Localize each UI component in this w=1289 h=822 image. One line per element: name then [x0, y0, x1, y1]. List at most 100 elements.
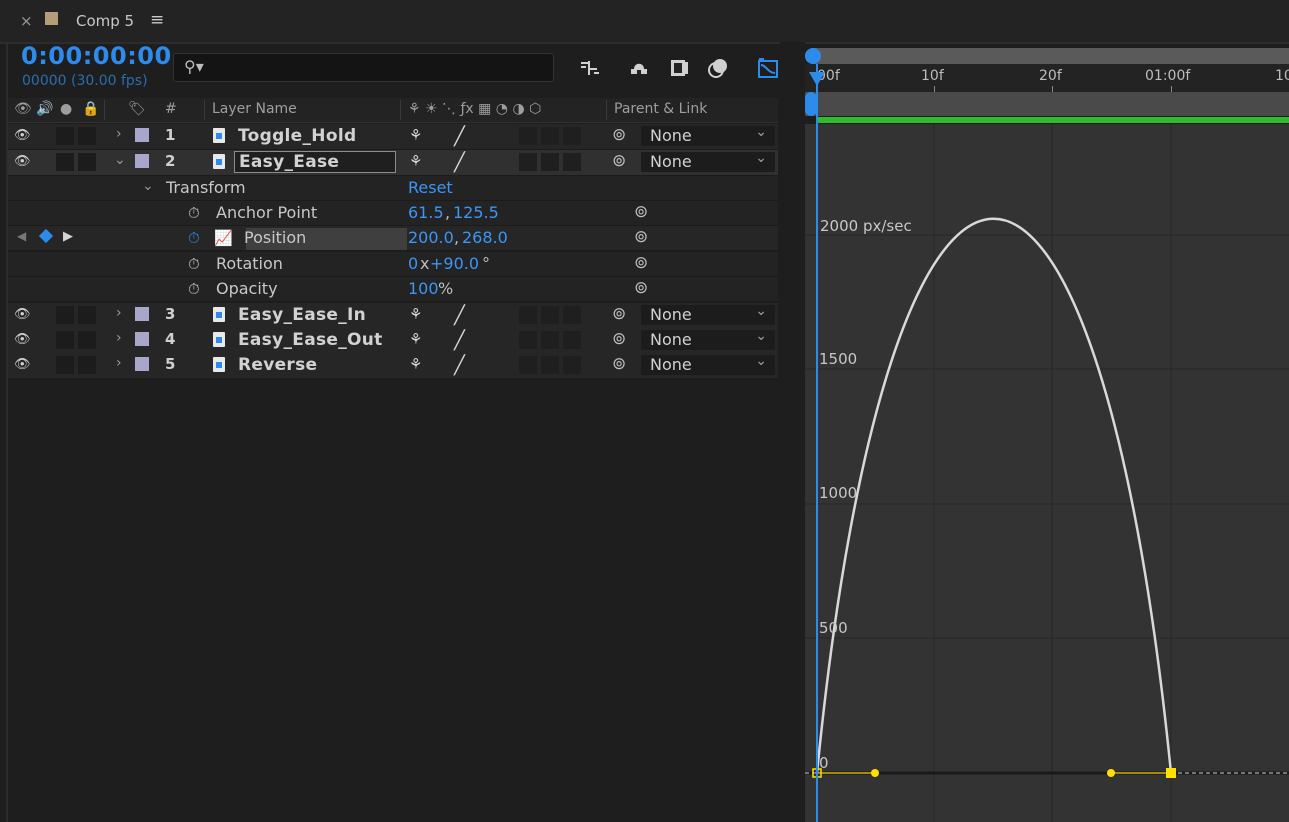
lock-toggle-cell[interactable] [78, 331, 96, 349]
pick-whip-icon[interactable]: ⊚ [634, 278, 648, 298]
current-time-display[interactable]: 0:00:00:00 [21, 42, 172, 70]
stopwatch-active-icon[interactable]: ⏱ [188, 229, 200, 247]
audio-toggle-header-icon[interactable]: 🔊 [36, 101, 53, 117]
time-navigator-bar[interactable] [805, 48, 1289, 64]
layer-row[interactable]: 👁 › 1 Toggle_Hold ⚘ ╱ ⊚ None ⌄ [8, 124, 778, 150]
eye-icon[interactable]: 👁 [14, 357, 31, 373]
expand-chevron-icon[interactable]: › [116, 305, 122, 321]
switch-cell[interactable] [563, 306, 581, 324]
panel-menu-icon[interactable]: ≡ [150, 10, 164, 30]
shy-switch-icon[interactable]: ⚘ [409, 330, 422, 348]
switch-cell[interactable] [519, 331, 537, 349]
next-keyframe-icon[interactable]: ▶ [63, 229, 73, 244]
shy-layers-icon[interactable] [627, 56, 651, 80]
parent-dropdown[interactable]: None ⌄ [641, 353, 775, 375]
layer-search-box[interactable]: ⚲▾ [173, 53, 554, 82]
previous-keyframe-icon[interactable]: ◀ [17, 229, 26, 243]
switch-cell[interactable] [563, 331, 581, 349]
quality-switch-icon[interactable]: ╱ [454, 126, 465, 147]
eye-icon[interactable]: 👁 [14, 307, 31, 323]
keyframe-end-marker[interactable] [1166, 768, 1176, 778]
pick-whip-icon[interactable]: ⊚ [634, 253, 648, 273]
layer-name[interactable]: Easy_Ease_In [238, 305, 366, 325]
shy-switch-icon[interactable]: ⚘ [409, 152, 422, 170]
layer-name-column-header[interactable]: Layer Name [212, 101, 297, 117]
collapse-chevron-icon[interactable]: ⌄ [142, 178, 154, 194]
parent-dropdown[interactable]: None ⌄ [641, 124, 775, 146]
switch-cell[interactable] [519, 153, 537, 171]
pick-whip-icon[interactable]: ⊚ [612, 329, 626, 349]
stopwatch-icon[interactable]: ⏱ [188, 280, 200, 298]
layer-name[interactable]: Easy_Ease_Out [238, 330, 383, 350]
close-tab-icon[interactable]: × [20, 12, 33, 30]
position-x-value[interactable]: 200.0 [408, 228, 454, 247]
time-ruler[interactable]: 00f 10f 20f 01:00f 10 [805, 64, 1289, 92]
label-header-icon[interactable]: 🏷 [128, 101, 146, 117]
property-row-opacity[interactable]: ⏱ Opacity 100 % ⊚ [8, 277, 778, 302]
layer-name[interactable]: Toggle_Hold [238, 126, 356, 146]
layer-name[interactable]: Reverse [238, 355, 317, 375]
audio-toggle-cell[interactable] [56, 356, 74, 374]
switch-cell[interactable] [541, 127, 559, 145]
composition-flowchart-icon[interactable] [578, 56, 602, 80]
expand-chevron-icon[interactable]: › [116, 355, 122, 371]
expand-chevron-icon[interactable]: › [116, 330, 122, 346]
comp-tab-title[interactable]: Comp 5 [76, 12, 134, 30]
switch-cell[interactable] [541, 306, 559, 324]
audio-toggle-cell[interactable] [56, 127, 74, 145]
shy-switch-icon[interactable]: ⚘ [409, 126, 422, 144]
transform-group-row[interactable]: ⌄ Transform Reset [8, 176, 778, 201]
layer-row[interactable]: 👁 › 5 Reverse ⚘ ╱ ⊚ None ⌄ [8, 353, 778, 379]
rotation-degrees-value[interactable]: +90.0 [430, 254, 479, 273]
transform-reset-link[interactable]: Reset [408, 178, 453, 197]
pick-whip-icon[interactable]: ⊚ [612, 125, 626, 145]
layer-row[interactable]: 👁 › 4 Easy_Ease_Out ⚘ ╱ ⊚ None ⌄ [8, 328, 778, 354]
lock-toggle-cell[interactable] [78, 356, 96, 374]
lock-toggle-cell[interactable] [78, 127, 96, 145]
position-y-value[interactable]: 268.0 [462, 228, 508, 247]
shy-switch-icon[interactable]: ⚘ [409, 355, 422, 373]
property-row-anchor-point[interactable]: ⏱ Anchor Point 61.5 , 125.5 ⊚ [8, 201, 778, 226]
switch-cell[interactable] [541, 153, 559, 171]
switch-cell[interactable] [519, 306, 537, 324]
switch-cell[interactable] [541, 356, 559, 374]
collapse-chevron-icon[interactable]: ⌄ [114, 152, 126, 168]
parent-dropdown[interactable]: None ⌄ [641, 328, 775, 350]
switch-cell[interactable] [541, 331, 559, 349]
label-color-swatch[interactable] [135, 307, 149, 321]
playhead-handle[interactable] [809, 72, 825, 86]
switch-cell[interactable] [563, 356, 581, 374]
parent-dropdown[interactable]: None ⌄ [641, 150, 775, 172]
frame-blending-icon[interactable] [667, 56, 691, 80]
parent-dropdown[interactable]: None ⌄ [641, 303, 775, 325]
switch-cell[interactable] [519, 127, 537, 145]
quality-switch-icon[interactable]: ╱ [454, 355, 465, 376]
quality-switch-icon[interactable]: ╱ [454, 152, 465, 173]
bezier-handle-point[interactable] [871, 769, 879, 777]
audio-toggle-cell[interactable] [56, 153, 74, 171]
opacity-value[interactable]: 100 [408, 279, 439, 298]
property-row-position[interactable]: ◀ ▶ ⏱ 📈 Position 200.0 , 268.0 ⊚ [8, 226, 778, 251]
layer-row[interactable]: 👁 › 3 Easy_Ease_In ⚘ ╱ ⊚ None ⌄ [8, 303, 778, 329]
layer-row-selected[interactable]: 👁 ⌄ 2 Easy_Ease ⚘ ╱ ⊚ None ⌄ [8, 150, 778, 176]
switch-cell[interactable] [563, 127, 581, 145]
layer-name-editing[interactable]: Easy_Ease [234, 151, 396, 173]
quality-switch-icon[interactable]: ╱ [454, 305, 465, 326]
pick-whip-icon[interactable]: ⊚ [612, 354, 626, 374]
lock-toggle-cell[interactable] [78, 306, 96, 324]
pick-whip-icon[interactable]: ⊚ [612, 304, 626, 324]
speed-curve[interactable] [815, 217, 1173, 774]
quality-switch-icon[interactable]: ╱ [454, 330, 465, 351]
switch-cell[interactable] [563, 153, 581, 171]
pick-whip-icon[interactable]: ⊚ [612, 151, 626, 171]
work-area-bar[interactable] [805, 92, 1289, 116]
shy-switch-icon[interactable]: ⚘ [409, 305, 422, 323]
add-keyframe-icon[interactable] [38, 228, 54, 244]
solo-header-icon[interactable]: ● [60, 101, 72, 117]
label-color-swatch[interactable] [135, 128, 149, 142]
property-row-rotation[interactable]: ⏱ Rotation 0 x +90.0 ° ⊚ [8, 252, 778, 277]
motion-blur-icon[interactable] [706, 56, 730, 80]
lock-toggle-cell[interactable] [78, 153, 96, 171]
stopwatch-icon[interactable]: ⏱ [188, 204, 200, 222]
search-input[interactable] [214, 57, 538, 79]
